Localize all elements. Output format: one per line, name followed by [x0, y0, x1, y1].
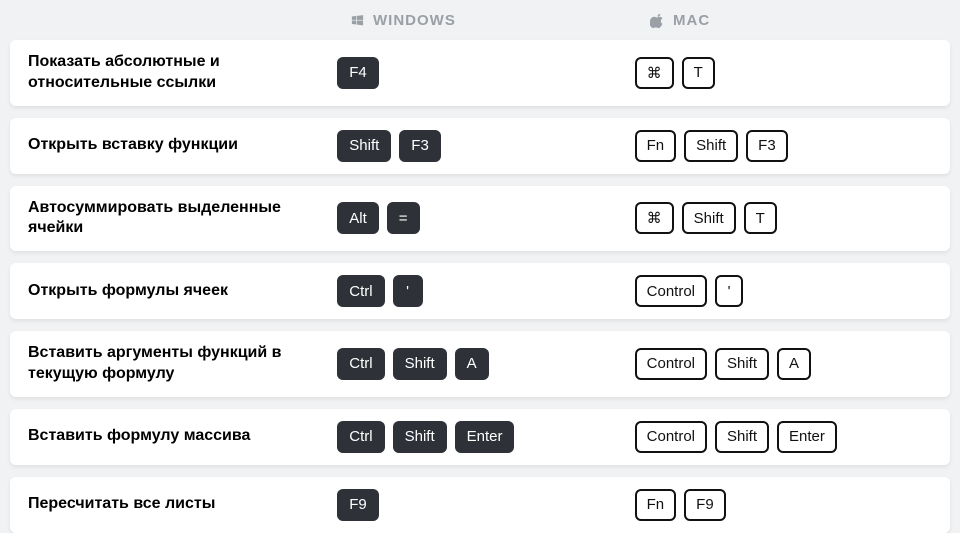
key: Shift: [393, 421, 447, 453]
key: T: [744, 202, 777, 234]
key: Shift: [393, 348, 447, 380]
shortcut-description: Показать абсолютные и относительные ссыл…: [28, 52, 337, 94]
shortcut-row: Пересчитать все листыF9FnF9: [10, 477, 950, 533]
key: ⌘: [635, 202, 674, 234]
key: =: [387, 202, 420, 234]
windows-icon: [350, 13, 365, 28]
shortcut-row: Вставить формулу массиваCtrlShiftEnterCo…: [10, 409, 950, 465]
key: F9: [684, 489, 726, 521]
key: Ctrl: [337, 421, 384, 453]
header-mac: MAC: [650, 12, 950, 29]
key: ': [715, 275, 743, 307]
key: A: [777, 348, 811, 380]
key: Fn: [635, 130, 677, 162]
key: Shift: [684, 130, 738, 162]
mac-keys: ⌘ShiftT: [635, 202, 932, 234]
shortcut-row: Вставить аргументы функций в текущую фор…: [10, 331, 950, 397]
apple-icon: [650, 13, 665, 28]
windows-keys: F9: [337, 489, 634, 521]
key: F3: [399, 130, 441, 162]
key: Ctrl: [337, 348, 384, 380]
key: Shift: [682, 202, 736, 234]
shortcut-description: Вставить аргументы функций в текущую фор…: [28, 343, 337, 385]
shortcut-description: Пересчитать все листы: [28, 494, 337, 515]
mac-keys: Control': [635, 275, 932, 307]
windows-keys: Ctrl ShiftEnter: [337, 421, 634, 453]
key: A: [455, 348, 489, 380]
shortcut-description: Открыть формулы ячеек: [28, 281, 337, 302]
key: Alt: [337, 202, 379, 234]
key: T: [682, 57, 715, 89]
key: Control: [635, 275, 707, 307]
windows-keys: Ctrl ShiftA: [337, 348, 634, 380]
windows-keys: Alt=: [337, 202, 634, 234]
key: Enter: [777, 421, 837, 453]
mac-keys: ControlShiftA: [635, 348, 932, 380]
mac-keys: FnF9: [635, 489, 932, 521]
mac-keys: ⌘T: [635, 57, 932, 89]
header-mac-label: MAC: [673, 12, 710, 29]
key: F4: [337, 57, 379, 89]
header-windows: WINDOWS: [350, 12, 650, 29]
key: Shift: [337, 130, 391, 162]
key: ': [393, 275, 423, 307]
key: Control: [635, 348, 707, 380]
shortcut-row: Автосуммировать выделенные ячейкиAlt=⌘Sh…: [10, 186, 950, 252]
mac-keys: ControlShiftEnter: [635, 421, 932, 453]
header-row: WINDOWS MAC: [10, 0, 950, 40]
shortcut-row: Открыть формулы ячеекCtrl'Control': [10, 263, 950, 319]
key: Ctrl: [337, 275, 384, 307]
windows-keys: ShiftF3: [337, 130, 634, 162]
windows-keys: F4: [337, 57, 634, 89]
key: Shift: [715, 421, 769, 453]
key: Fn: [635, 489, 677, 521]
shortcut-table: WINDOWS MAC Показать абсолютные и относи…: [0, 0, 960, 533]
shortcut-description: Автосуммировать выделенные ячейки: [28, 198, 337, 240]
key: F3: [746, 130, 788, 162]
key: ⌘: [635, 57, 674, 89]
rows-container: Показать абсолютные и относительные ссыл…: [10, 40, 950, 533]
shortcut-description: Вставить формулу массива: [28, 426, 337, 447]
shortcut-row: Открыть вставку функцииShiftF3FnShiftF3: [10, 118, 950, 174]
windows-keys: Ctrl ': [337, 275, 634, 307]
key: Control: [635, 421, 707, 453]
key: Enter: [455, 421, 515, 453]
shortcut-description: Открыть вставку функции: [28, 135, 337, 156]
shortcut-row: Показать абсолютные и относительные ссыл…: [10, 40, 950, 106]
key: Shift: [715, 348, 769, 380]
header-windows-label: WINDOWS: [373, 12, 456, 29]
key: F9: [337, 489, 379, 521]
mac-keys: FnShiftF3: [635, 130, 932, 162]
